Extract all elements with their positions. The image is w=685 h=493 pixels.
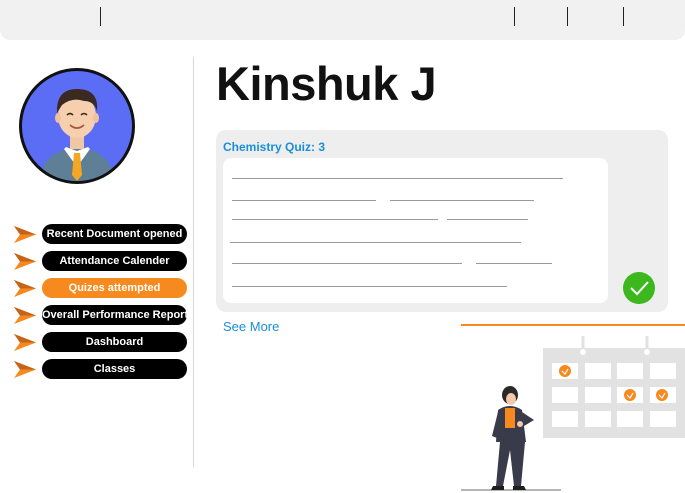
person-figure	[491, 386, 534, 490]
calendar-illustration	[461, 336, 685, 491]
page: Recent Document opened Attendance Calend…	[0, 0, 685, 493]
